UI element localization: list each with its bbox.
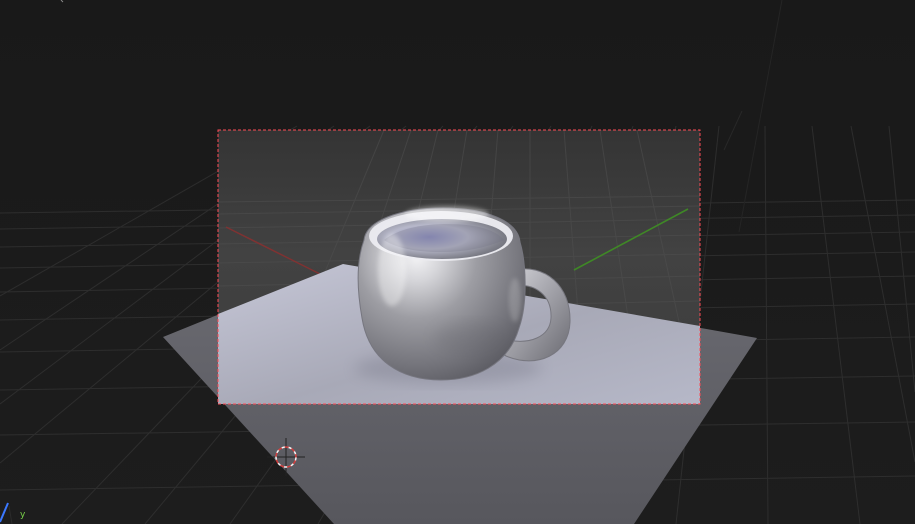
- y-axis-label: y: [20, 510, 26, 520]
- viewport-scene[interactable]: [0, 0, 915, 524]
- 3d-viewport[interactable]: y: [0, 0, 915, 524]
